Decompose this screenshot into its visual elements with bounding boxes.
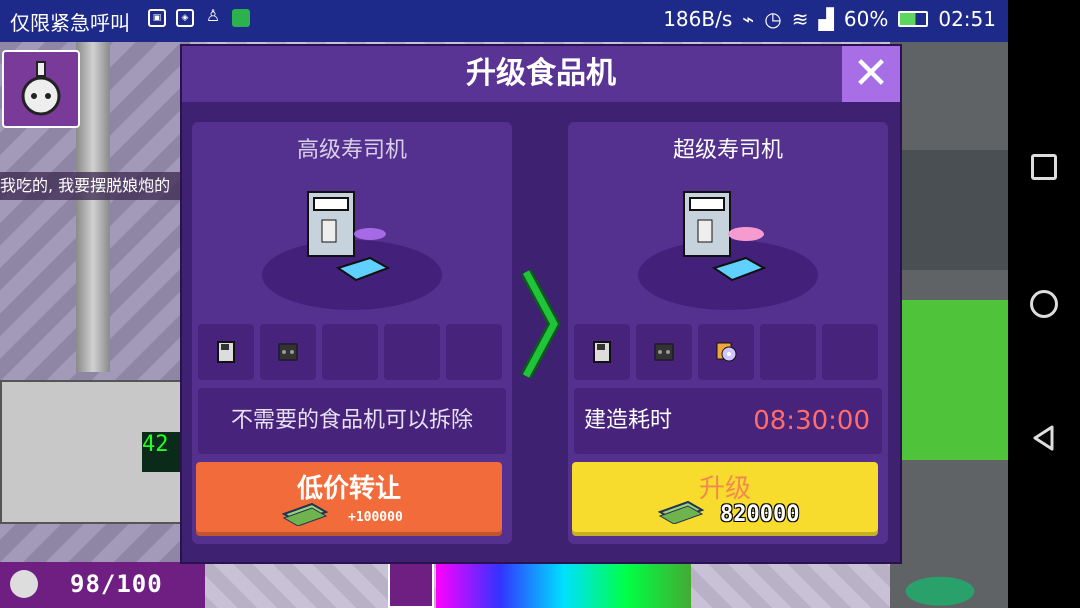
close-icon: ✕ — [852, 48, 890, 99]
navigation-bar — [1008, 0, 1080, 608]
alarm-icon: ◷ — [764, 7, 782, 31]
build-time-label: 建造耗时 — [584, 408, 673, 433]
sell-button-label: 低价转让 — [296, 474, 401, 504]
wifi-icon: ≋ — [791, 7, 809, 31]
rainbow-bar[interactable] — [436, 562, 691, 608]
road — [900, 150, 1008, 270]
signal-icon: ▟ — [818, 7, 834, 31]
dialog-title: 升级食品机 — [466, 56, 616, 91]
item-slot — [198, 324, 254, 380]
item-slot — [260, 324, 316, 380]
build-time-value: 08:30:00 — [753, 406, 870, 436]
factory-machine: 42 — [0, 380, 184, 524]
item-slot — [322, 324, 378, 380]
machine-display: 42 — [142, 432, 182, 472]
pipe-pillar — [76, 42, 110, 372]
upgrade-price: 820000 — [720, 502, 800, 527]
item-slot — [384, 324, 440, 380]
robot-head-icon — [21, 61, 61, 116]
item-slot — [636, 324, 692, 380]
gallery-icon: ▣ — [148, 9, 166, 27]
game-box-icon: ◈ — [176, 9, 194, 27]
net-speed: 186B/s — [663, 7, 733, 31]
current-machine-panel: 高级寿司机 不需要的食品机可以拆除 低价转让 +100000 — [192, 122, 512, 544]
current-machine-name: 高级寿司机 — [296, 138, 407, 163]
item-slot — [698, 324, 754, 380]
next-item-slots — [574, 324, 878, 380]
close-button[interactable]: ✕ — [842, 46, 900, 102]
sushi-machine-icon — [307, 191, 391, 282]
chat-bubble: 我吃的, 我要摆脱娘炮的 — [0, 172, 190, 200]
grass — [900, 300, 1008, 460]
next-machine-panel: 超级寿司机 建造耗时 08:30:00 升级 820000 — [568, 122, 888, 544]
floppy-disk-icon — [217, 341, 235, 363]
sell-button[interactable]: 低价转让 +100000 — [196, 462, 502, 536]
item-slot — [446, 324, 502, 380]
population-count: 98/100 — [70, 570, 163, 598]
item-slot — [822, 324, 878, 380]
user-icon — [10, 570, 38, 598]
chevron-right-icon — [520, 269, 561, 379]
sell-price: +100000 — [348, 510, 403, 525]
super-sushi-machine-icon — [683, 191, 767, 282]
notification-icons: ▣ ◈ ♙ — [148, 6, 250, 27]
cheer-icon[interactable] — [388, 562, 434, 608]
back-button[interactable] — [1030, 424, 1058, 452]
current-item-slots — [198, 324, 502, 380]
cash-icon — [658, 500, 704, 524]
palm-tree — [900, 566, 1000, 608]
home-button[interactable] — [1030, 290, 1058, 318]
cassette-icon — [278, 343, 298, 361]
vibrate-icon: ⌁ — [742, 7, 755, 31]
demolish-hint: 不需要的食品机可以拆除 — [230, 408, 473, 433]
item-slot — [574, 324, 630, 380]
next-machine-name: 超级寿司机 — [672, 138, 783, 163]
demolish-info-box: 不需要的食品机可以拆除 — [198, 388, 506, 454]
status-bar: 仅限紧急呼叫 ▣ ◈ ♙ 186B/s ⌁ ◷ ≋ ▟ 60% 02:51 — [0, 0, 1008, 42]
upgrade-button-label: 升级 — [698, 474, 751, 504]
character-avatar[interactable] — [2, 50, 80, 128]
floppy-disk-icon — [593, 341, 611, 363]
cash-icon — [282, 502, 328, 526]
upgrade-button[interactable]: 升级 820000 — [572, 462, 878, 536]
clock: 02:51 — [938, 7, 996, 31]
status-right: 186B/s ⌁ ◷ ≋ ▟ 60% 02:51 — [663, 7, 996, 31]
cd-icon — [716, 342, 737, 362]
carrier-text: 仅限紧急呼叫 — [10, 11, 130, 35]
battery-icon — [898, 11, 929, 27]
item-slot — [760, 324, 816, 380]
wechat-icon — [232, 9, 250, 27]
recent-apps-button[interactable] — [1031, 154, 1057, 180]
clean-icon: ♙ — [205, 6, 221, 25]
battery-percent: 60% — [843, 7, 889, 31]
build-time-box: 建造耗时 08:30:00 — [574, 388, 882, 454]
cassette-icon — [654, 343, 674, 361]
